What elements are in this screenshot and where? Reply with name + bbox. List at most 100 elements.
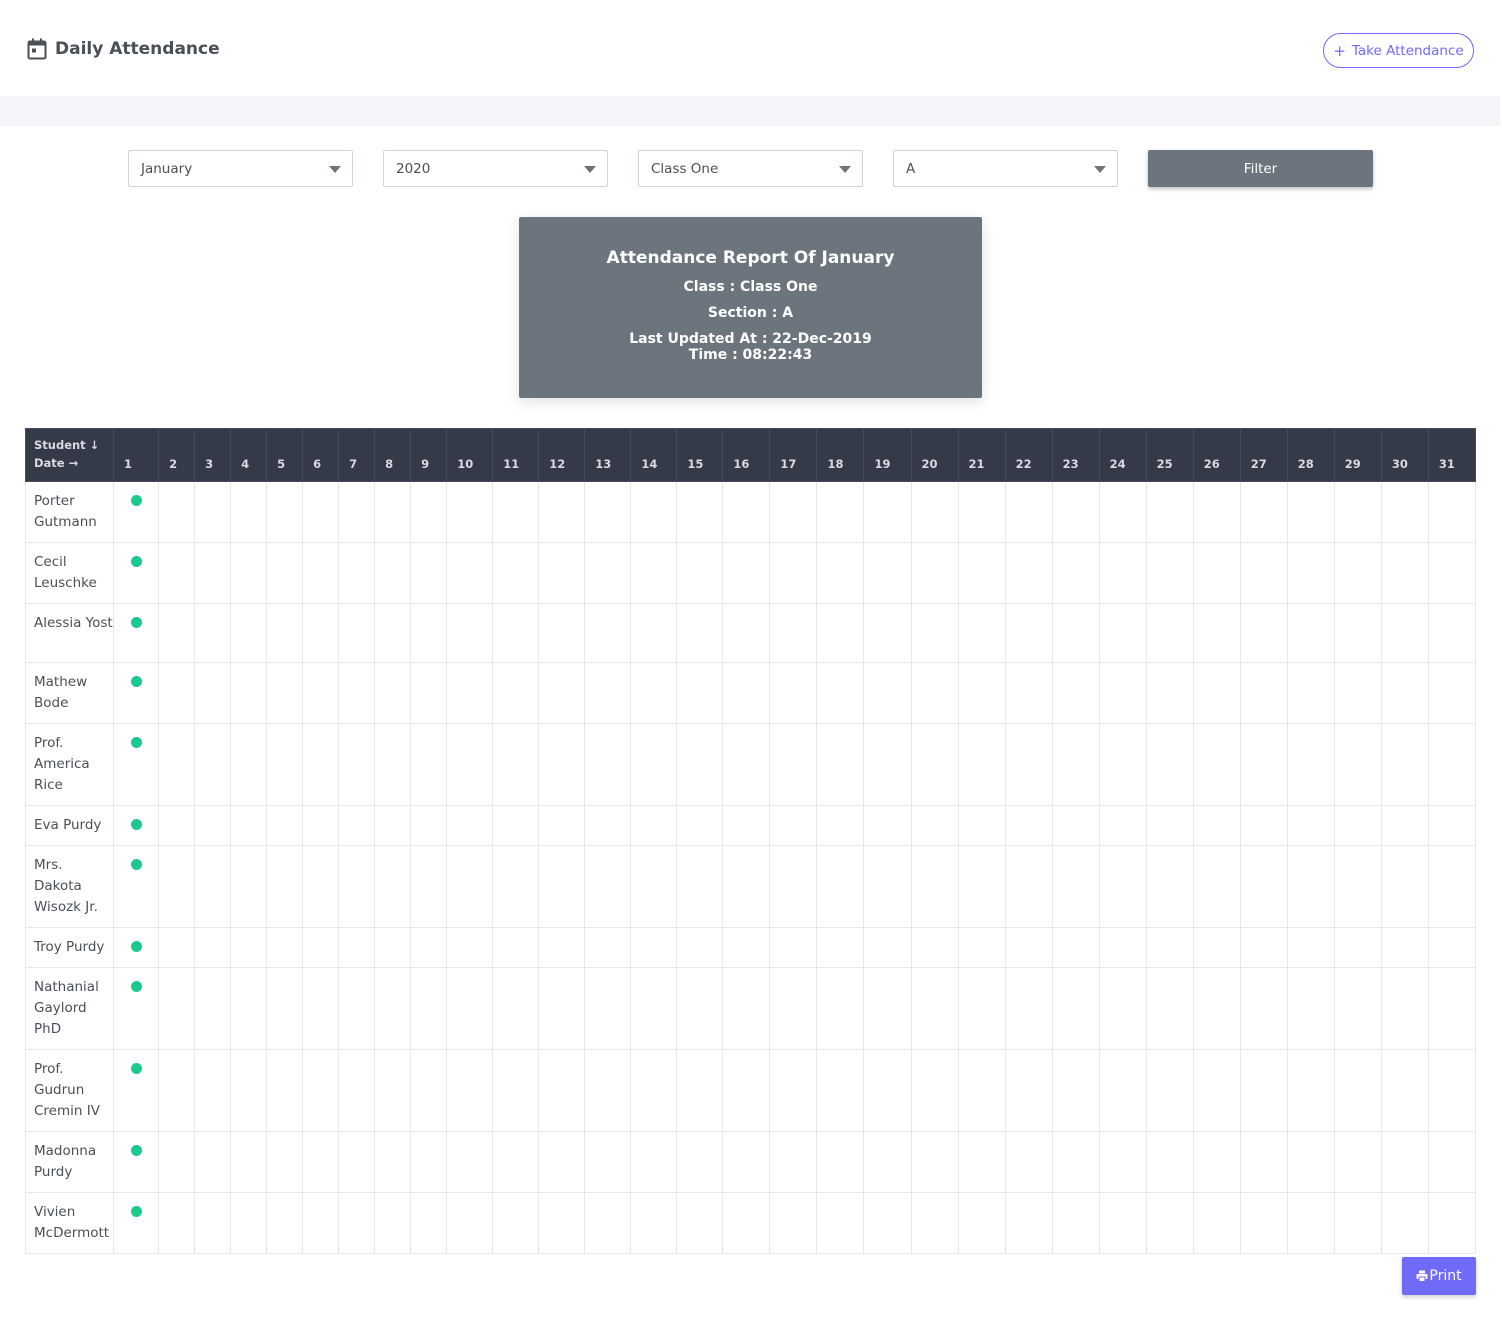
present-dot-icon xyxy=(131,676,143,687)
attendance-cell xyxy=(1427,845,1477,928)
attendance-cell xyxy=(722,967,771,1050)
attendance-cell xyxy=(194,1131,232,1193)
attendance-cell xyxy=(1286,927,1335,968)
attendance-cell xyxy=(302,662,340,724)
attendance-cell xyxy=(492,1131,540,1193)
page-title-text: Daily Attendance xyxy=(55,39,220,59)
attendance-cell xyxy=(374,927,412,968)
present-dot-icon xyxy=(131,1206,143,1217)
attendance-cell xyxy=(1192,1049,1241,1132)
attendance-cell xyxy=(722,662,771,724)
attendance-cell xyxy=(722,1192,771,1254)
attendance-cell xyxy=(584,1049,632,1132)
attendance-cell xyxy=(1004,723,1053,806)
attendance-cell xyxy=(722,542,771,604)
attendance-cell xyxy=(446,845,494,928)
attendance-cell xyxy=(338,805,376,846)
attendance-cell xyxy=(676,845,724,928)
attendance-cell xyxy=(1333,1192,1382,1254)
present-dot-icon xyxy=(131,495,143,506)
attendance-cell xyxy=(676,805,724,846)
attendance-cell xyxy=(630,1049,678,1132)
attendance-cell xyxy=(863,967,912,1050)
day-header-6: 6 xyxy=(302,428,340,482)
attendance-cell xyxy=(113,481,160,543)
attendance-cell xyxy=(1427,1131,1477,1193)
attendance-cell xyxy=(1145,1131,1194,1193)
attendance-cell xyxy=(492,481,540,543)
attendance-cell xyxy=(957,927,1006,968)
attendance-cell xyxy=(1004,927,1053,968)
attendance-cell xyxy=(338,967,376,1050)
attendance-cell xyxy=(492,603,540,663)
attendance-cell xyxy=(584,805,632,846)
attendance-cell xyxy=(910,662,959,724)
attendance-cell xyxy=(1004,1192,1053,1254)
attendance-cell xyxy=(676,603,724,663)
attendance-cell xyxy=(584,1131,632,1193)
attendance-cell xyxy=(302,603,340,663)
take-attendance-button[interactable]: + Take Attendance xyxy=(1323,33,1474,68)
attendance-cell xyxy=(957,1192,1006,1254)
chevron-down-icon xyxy=(584,166,596,173)
attendance-cell xyxy=(676,1192,724,1254)
student-name: Eva Purdy xyxy=(24,805,115,846)
attendance-cell xyxy=(1098,1131,1147,1193)
attendance-cell xyxy=(1286,603,1335,663)
section-select[interactable]: A xyxy=(893,150,1118,187)
attendance-cell xyxy=(410,967,448,1050)
attendance-table: Student ↓ Date → 1 2 3 4 5 6 7 8 9 10 11 12 13 14 15 16… xyxy=(24,428,1477,1254)
attendance-cell xyxy=(1239,603,1288,663)
attendance-cell xyxy=(230,542,268,604)
report-last-updated: Last Updated At : 22-Dec-2019 xyxy=(629,331,872,347)
filter-button[interactable]: Filter xyxy=(1148,150,1373,187)
attendance-cell xyxy=(194,845,232,928)
attendance-cell xyxy=(492,542,540,604)
attendance-cell xyxy=(1239,481,1288,543)
day-header-17: 17 xyxy=(769,428,818,482)
attendance-cell xyxy=(1380,1131,1429,1193)
chevron-down-icon xyxy=(839,166,851,173)
print-button[interactable]: Print xyxy=(1402,1257,1476,1295)
attendance-cell xyxy=(194,967,232,1050)
attendance-cell xyxy=(863,481,912,543)
attendance-cell xyxy=(492,805,540,846)
day-header-21: 21 xyxy=(957,428,1006,482)
present-dot-icon xyxy=(131,1063,143,1074)
attendance-cell xyxy=(676,967,724,1050)
attendance-cell xyxy=(1333,845,1382,928)
attendance-cell xyxy=(338,1131,376,1193)
day-header-5: 5 xyxy=(266,428,304,482)
attendance-cell xyxy=(302,1192,340,1254)
attendance-cell xyxy=(1380,542,1429,604)
attendance-cell xyxy=(410,542,448,604)
day-header-18: 18 xyxy=(816,428,865,482)
attendance-cell xyxy=(1051,542,1100,604)
attendance-cell xyxy=(957,805,1006,846)
present-dot-icon xyxy=(131,617,143,628)
year-select[interactable]: 2020 xyxy=(383,150,608,187)
attendance-cell xyxy=(1004,542,1053,604)
attendance-cell xyxy=(863,1049,912,1132)
attendance-cell xyxy=(338,603,376,663)
page-title: Daily Attendance xyxy=(27,34,220,64)
attendance-cell xyxy=(1239,1049,1288,1132)
attendance-cell xyxy=(410,927,448,968)
attendance-cell xyxy=(630,845,678,928)
attendance-cell xyxy=(910,845,959,928)
month-select[interactable]: January xyxy=(128,150,353,187)
present-dot-icon xyxy=(131,859,143,870)
attendance-cell xyxy=(1004,662,1053,724)
attendance-cell xyxy=(1098,662,1147,724)
attendance-cell xyxy=(910,723,959,806)
class-select[interactable]: Class One xyxy=(638,150,863,187)
attendance-cell xyxy=(630,723,678,806)
student-axis-label: Student ↓ xyxy=(34,438,100,452)
table-row: Prof. America Rice xyxy=(24,723,1477,806)
attendance-cell xyxy=(584,723,632,806)
corner-header: Student ↓ Date → xyxy=(24,428,115,482)
attendance-cell xyxy=(538,927,586,968)
attendance-cell xyxy=(584,662,632,724)
attendance-cell xyxy=(1333,1049,1382,1132)
table-row: Vivien McDermott xyxy=(24,1192,1477,1254)
